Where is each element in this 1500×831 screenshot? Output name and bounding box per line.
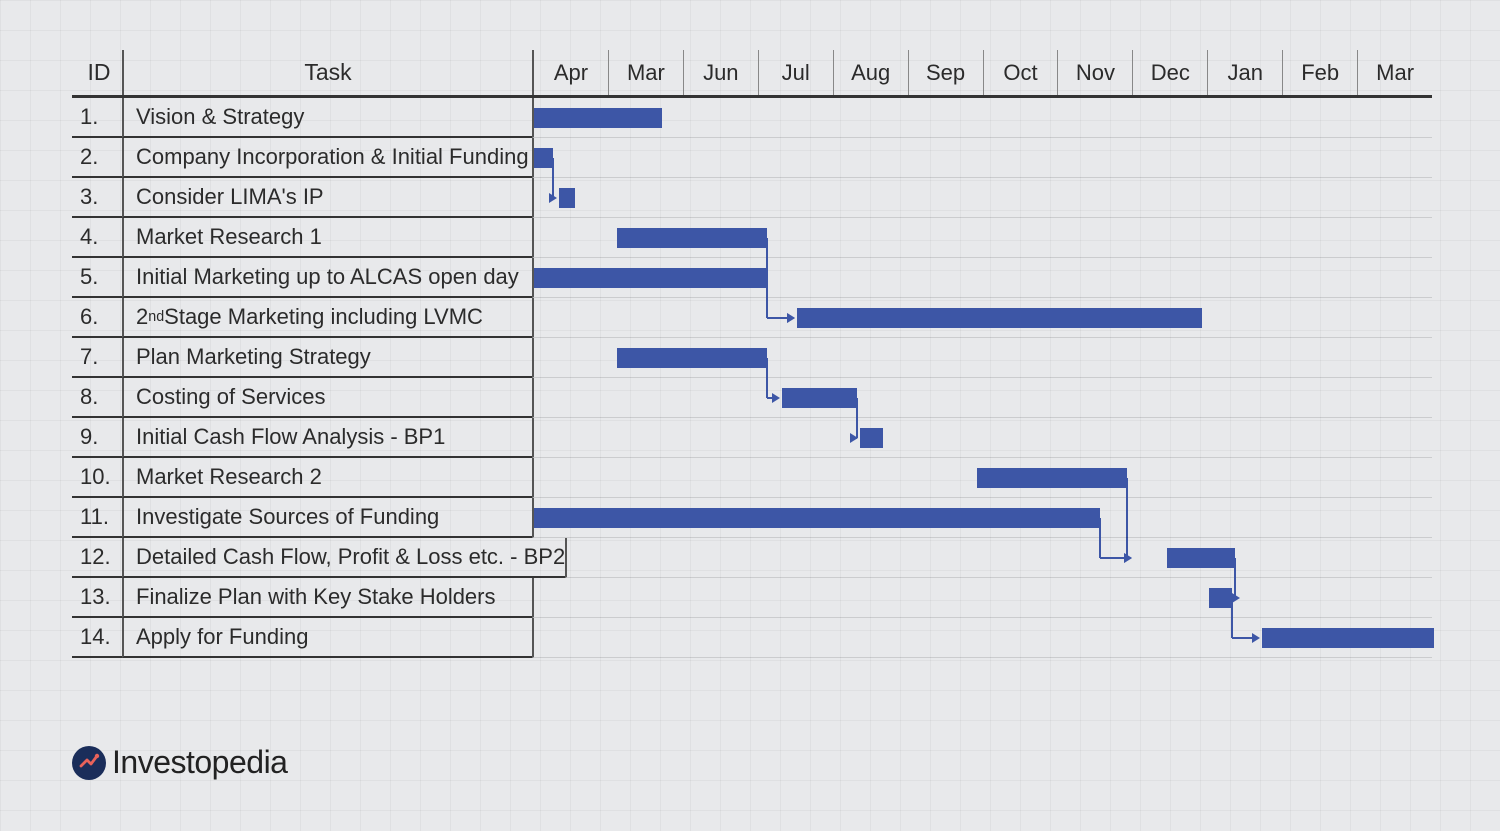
table-row: 6.2nd Stage Marketing including LVMC — [72, 298, 1432, 338]
table-row: 11.Investigate Sources of Funding — [72, 498, 1432, 538]
month-header-cell: Aug — [834, 50, 909, 95]
table-row: 5.Initial Marketing up to ALCAS open day — [72, 258, 1432, 298]
timeline-cell — [532, 498, 1432, 538]
task-name: Consider LIMA's IP — [122, 178, 532, 218]
table-row: 9.Initial Cash Flow Analysis - BP1 — [72, 418, 1432, 458]
month-header-cell: Jul — [759, 50, 834, 95]
month-header-cell: Mar — [609, 50, 684, 95]
gantt-bar — [534, 508, 1100, 528]
gantt-chart: ID Task AprMarJunJulAugSepOctNovDecJanFe… — [72, 50, 1432, 658]
month-header-cell: Apr — [534, 50, 609, 95]
month-header-cell: Jun — [684, 50, 759, 95]
gantt-bar — [1262, 628, 1435, 648]
task-name: Plan Marketing Strategy — [122, 338, 532, 378]
task-name: Detailed Cash Flow, Profit & Loss etc. -… — [122, 538, 565, 578]
table-row: 12.Detailed Cash Flow, Profit & Loss etc… — [72, 538, 1432, 578]
gantt-bar — [534, 148, 553, 168]
brand-logo: Investopedia — [72, 744, 287, 781]
task-name: Company Incorporation & Initial Funding — [122, 138, 532, 178]
task-name: Costing of Services — [122, 378, 532, 418]
investopedia-icon — [72, 746, 106, 780]
task-id: 9. — [72, 418, 122, 458]
gantt-bar — [977, 468, 1127, 488]
month-header-cell: Nov — [1058, 50, 1133, 95]
timeline-cell — [565, 538, 1432, 578]
timeline-cell — [532, 338, 1432, 378]
task-name: Investigate Sources of Funding — [122, 498, 532, 538]
timeline-cell — [532, 138, 1432, 178]
id-column-header: ID — [72, 59, 122, 86]
timeline-cell — [532, 218, 1432, 258]
table-row: 2.Company Incorporation & Initial Fundin… — [72, 138, 1432, 178]
task-name: Market Research 2 — [122, 458, 532, 498]
task-id: 13. — [72, 578, 122, 618]
task-id: 5. — [72, 258, 122, 298]
table-row: 1.Vision & Strategy — [72, 98, 1432, 138]
table-row: 14.Apply for Funding — [72, 618, 1432, 658]
task-name: Vision & Strategy — [122, 98, 532, 138]
task-id: 8. — [72, 378, 122, 418]
months-header: AprMarJunJulAugSepOctNovDecJanFebMar — [532, 50, 1432, 95]
task-name: Apply for Funding — [122, 618, 532, 658]
task-id: 3. — [72, 178, 122, 218]
table-row: 10.Market Research 2 — [72, 458, 1432, 498]
task-name: 2nd Stage Marketing including LVMC — [122, 298, 532, 338]
month-header-cell: Mar — [1358, 50, 1432, 95]
task-id: 6. — [72, 298, 122, 338]
month-header-cell: Sep — [909, 50, 984, 95]
table-row: 7.Plan Marketing Strategy — [72, 338, 1432, 378]
table-row: 4.Market Research 1 — [72, 218, 1432, 258]
task-name: Market Research 1 — [122, 218, 532, 258]
task-id: 2. — [72, 138, 122, 178]
gantt-bar — [1167, 548, 1235, 568]
month-header-cell: Jan — [1208, 50, 1283, 95]
task-name: Initial Cash Flow Analysis - BP1 — [122, 418, 532, 458]
gantt-bar — [860, 428, 883, 448]
gantt-bar — [559, 188, 576, 208]
brand-name: Investopedia — [112, 744, 287, 781]
task-name: Finalize Plan with Key Stake Holders — [122, 578, 532, 618]
header-row: ID Task AprMarJunJulAugSepOctNovDecJanFe… — [72, 50, 1432, 98]
gantt-bar — [534, 108, 662, 128]
gantt-rows: 1.Vision & Strategy2.Company Incorporati… — [72, 98, 1432, 658]
gantt-bar — [617, 228, 767, 248]
timeline-cell — [532, 298, 1432, 338]
task-id: 12. — [72, 538, 122, 578]
task-name: Initial Marketing up to ALCAS open day — [122, 258, 532, 298]
task-id: 11. — [72, 498, 122, 538]
task-id: 7. — [72, 338, 122, 378]
month-header-cell: Dec — [1133, 50, 1208, 95]
table-row: 3.Consider LIMA's IP — [72, 178, 1432, 218]
timeline-cell — [532, 258, 1432, 298]
task-id: 4. — [72, 218, 122, 258]
month-header-cell: Oct — [984, 50, 1059, 95]
task-column-header: Task — [122, 50, 532, 95]
table-row: 8.Costing of Services — [72, 378, 1432, 418]
timeline-cell — [532, 378, 1432, 418]
gantt-bar — [617, 348, 767, 368]
gantt-bar — [797, 308, 1202, 328]
month-header-cell: Feb — [1283, 50, 1358, 95]
task-id: 1. — [72, 98, 122, 138]
timeline-cell — [532, 618, 1432, 658]
timeline-cell — [532, 418, 1432, 458]
gantt-bar — [534, 268, 767, 288]
gantt-bar — [782, 388, 857, 408]
timeline-cell — [532, 98, 1432, 138]
timeline-cell — [532, 178, 1432, 218]
table-row: 13.Finalize Plan with Key Stake Holders — [72, 578, 1432, 618]
task-id: 14. — [72, 618, 122, 658]
gantt-bar — [1209, 588, 1232, 608]
timeline-cell — [532, 578, 1432, 618]
timeline-cell — [532, 458, 1432, 498]
task-id: 10. — [72, 458, 122, 498]
